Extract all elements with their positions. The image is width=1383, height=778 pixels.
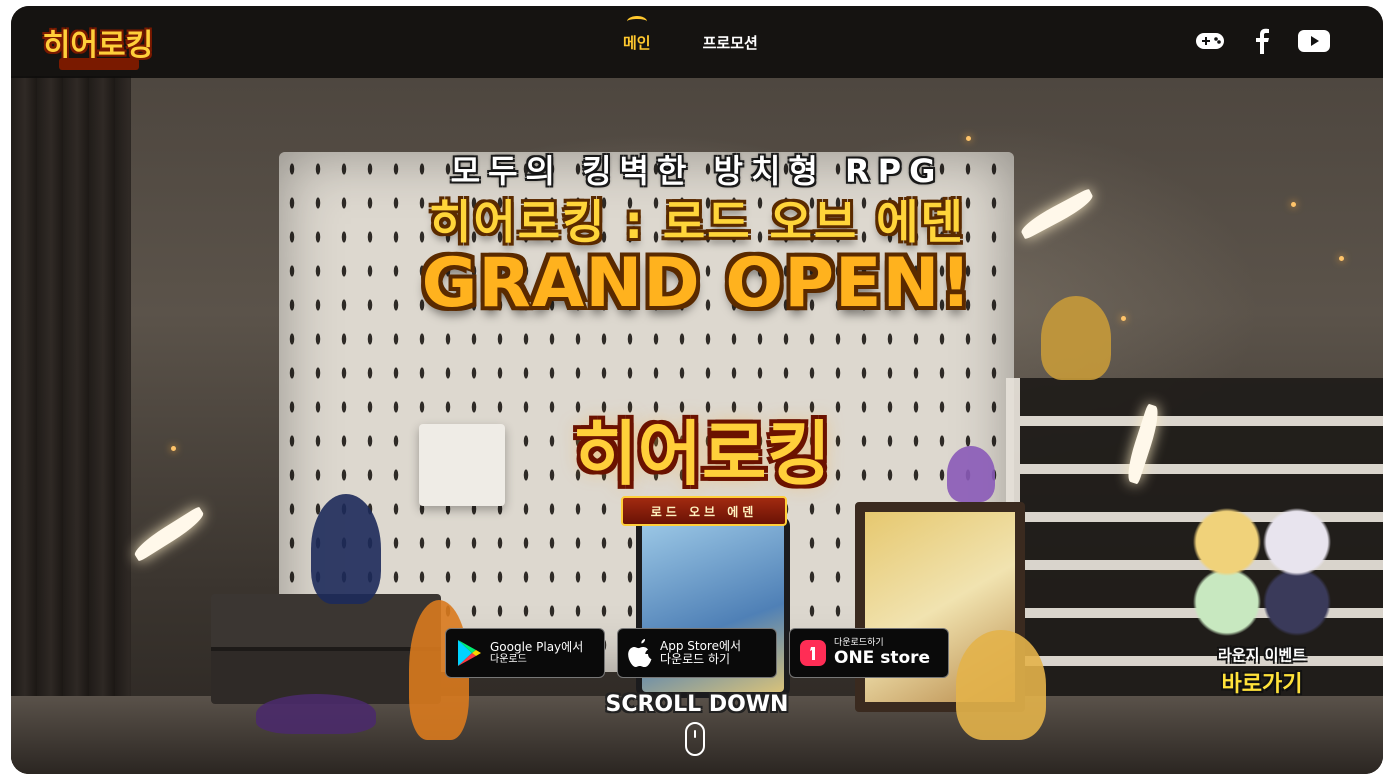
- social-links: [1193, 26, 1331, 56]
- youtube-icon[interactable]: [1297, 26, 1331, 56]
- facebook-icon[interactable]: [1245, 26, 1279, 56]
- top-nav-bar: 히어로킹 메인 프로모션: [11, 6, 1383, 78]
- mouse-scroll-icon[interactable]: [685, 722, 705, 756]
- spark: [966, 136, 971, 141]
- game-logo: 히어로킹: [573, 412, 831, 495]
- nav-item-label: 메인: [623, 33, 651, 52]
- lounge-event-button[interactable]: 라운지 이벤트 바로가기: [1177, 502, 1347, 708]
- page-frame: 히어로킹 메인 프로모션 모두의 킹벽한 방치형 RPG 히어로킹: 로드 오…: [11, 6, 1383, 774]
- character-figure: [956, 630, 1046, 740]
- character-figure: [311, 494, 381, 604]
- nav-item-promotion[interactable]: 프로모션: [703, 32, 758, 53]
- game-logo-ribbon: 로드 오브 에덴: [621, 496, 787, 526]
- active-indicator-icon: [626, 15, 647, 27]
- nav-item-main[interactable]: 메인: [623, 15, 651, 53]
- onestore-icon: [800, 640, 826, 666]
- app-store-line2: 다운로드 하기: [660, 652, 731, 666]
- pen-cup: [419, 424, 505, 506]
- onestore-button[interactable]: 다운로드하기 ONE store: [789, 628, 949, 678]
- lounge-characters: [1187, 502, 1337, 642]
- hero-subtitle: GRAND OPEN!: [421, 244, 973, 323]
- nav-item-label: 프로모션: [702, 33, 758, 52]
- lounge-go-label: 바로가기: [1221, 672, 1303, 697]
- main-nav: 메인 프로모션: [623, 6, 810, 78]
- lounge-event-label: 라운지 이벤트: [1217, 646, 1307, 664]
- character-figure: [947, 446, 995, 502]
- gamepad-lounge-icon[interactable]: [1193, 26, 1227, 56]
- spark: [171, 446, 176, 451]
- google-play-button[interactable]: Google Play에서 다운로드: [445, 628, 605, 678]
- books: [211, 594, 441, 704]
- onestore-line2: ONE store: [834, 647, 931, 668]
- apple-icon: [628, 639, 652, 667]
- site-logo-ribbon: [59, 58, 139, 70]
- google-play-line1: Google Play에서: [490, 639, 584, 654]
- hero-title: 히어로킹 : 로드 오브 에덴: [429, 195, 965, 249]
- google-play-line2: 다운로드: [490, 654, 527, 666]
- app-store-button[interactable]: App Store에서 다운로드 하기: [617, 628, 777, 678]
- store-buttons: Google Play에서 다운로드 App Store에서 다운로드 하기 다…: [445, 628, 949, 678]
- google-play-icon: [458, 640, 481, 666]
